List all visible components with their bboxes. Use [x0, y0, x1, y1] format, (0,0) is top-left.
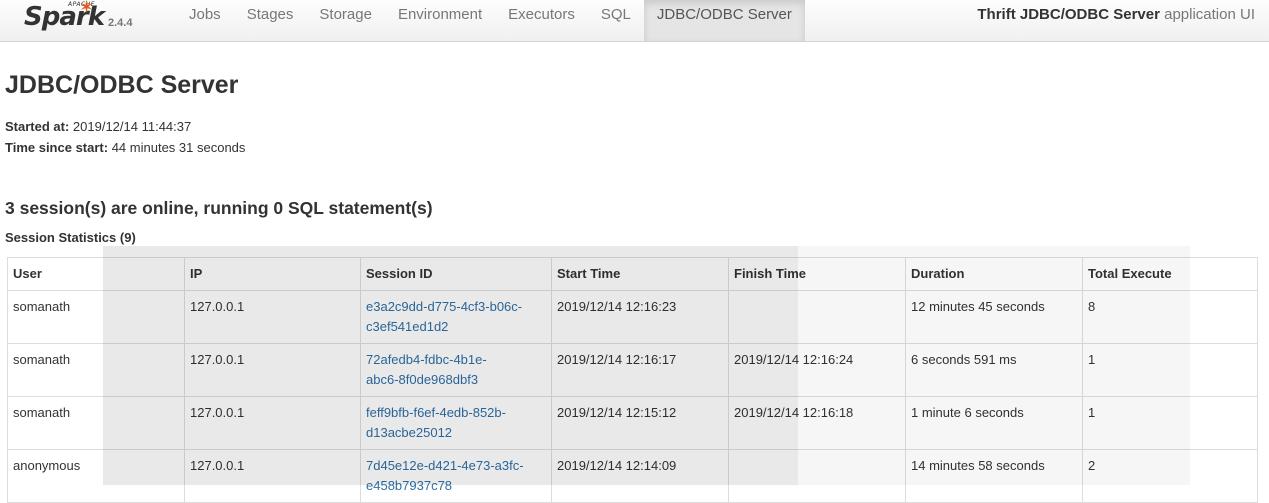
session-id-part: 72afedb4-fdbc-4b1e- [366, 352, 487, 367]
tab-storage[interactable]: Storage [306, 0, 385, 41]
tab-jdbc-odbc-server[interactable]: JDBC/ODBC Server [643, 0, 805, 41]
nav-tabs: Jobs Stages Storage Environment Executor… [176, 0, 805, 41]
session-statistics-table: User IP Session ID Start Time Finish Tim… [7, 257, 1258, 503]
tab-sql[interactable]: SQL [588, 0, 644, 41]
cell-finish-time [728, 449, 906, 503]
cell-total-execute: 1 [1082, 396, 1258, 450]
cell-session-id: 7d45e12e-d421-4e73-a3fc-e458b7937c78 [360, 449, 552, 503]
cell-session-id: feff9bfb-f6ef-4edb-852b-d13acbe25012 [360, 396, 552, 450]
cell-duration: 6 seconds 591 ms [905, 343, 1083, 397]
column-header-finish-time[interactable]: Finish Time [728, 257, 906, 291]
cell-start-time: 2019/12/14 12:15:12 [551, 396, 729, 450]
app-title-name: Thrift JDBC/ODBC Server [977, 6, 1160, 23]
tab-stages[interactable]: Stages [234, 0, 307, 41]
column-header-total-execute[interactable]: Total Execute [1082, 257, 1258, 291]
table-row: anonymous 127.0.0.1 7d45e12e-d421-4e73-a… [7, 449, 1258, 503]
time-since-start: Time since start: 44 minutes 31 seconds [5, 140, 245, 155]
tab-jobs[interactable]: Jobs [176, 0, 234, 41]
cell-start-time: 2019/12/14 12:16:17 [551, 343, 729, 397]
cell-finish-time: 2019/12/14 12:16:24 [728, 343, 906, 397]
column-header-ip[interactable]: IP [184, 257, 361, 291]
cell-total-execute: 1 [1082, 343, 1258, 397]
cell-duration: 14 minutes 58 seconds [905, 449, 1083, 503]
table-row: somanath 127.0.0.1 72afedb4-fdbc-4b1e-ab… [7, 343, 1258, 397]
table-row: somanath 127.0.0.1 feff9bfb-f6ef-4edb-85… [7, 396, 1258, 450]
session-id-part: abc6-8f0de968dbf3 [366, 372, 479, 387]
cell-user: somanath [7, 343, 185, 397]
cell-start-time: 2019/12/14 12:14:09 [551, 449, 729, 503]
cell-duration: 1 minute 6 seconds [905, 396, 1083, 450]
cell-total-execute: 8 [1082, 290, 1258, 344]
column-header-user[interactable]: User [7, 257, 185, 291]
session-statistics-heading[interactable]: Session Statistics (9) [5, 230, 136, 245]
spark-version: 2.4.4 [108, 17, 133, 29]
cell-total-execute: 2 [1082, 449, 1258, 503]
time-since-start-label: Time since start: [5, 140, 109, 155]
session-id-part: 7d45e12e-d421-4e73-a3fc- [366, 458, 524, 473]
session-id-part: e458b7937c78 [366, 478, 453, 493]
tab-executors[interactable]: Executors [495, 0, 588, 41]
cell-user: somanath [7, 396, 185, 450]
cell-session-id: e3a2c9dd-d775-4cf3-b06c-c3ef541ed1d2 [360, 290, 552, 344]
cell-start-time: 2019/12/14 12:16:23 [551, 290, 729, 344]
column-header-duration[interactable]: Duration [905, 257, 1083, 291]
time-since-start-value: 44 minutes 31 seconds [108, 140, 246, 155]
session-id-part: feff9bfb-f6ef-4edb-852b- [366, 405, 506, 420]
session-id-link[interactable]: 72afedb4-fdbc-4b1e-abc6-8f0de968dbf3 [366, 352, 487, 387]
cell-finish-time [728, 290, 906, 344]
spark-star-icon: ✶ [79, 0, 95, 17]
session-id-part: e3a2c9dd-d775-4cf3-b06c- [366, 299, 523, 314]
session-id-link[interactable]: feff9bfb-f6ef-4edb-852b-d13acbe25012 [366, 405, 506, 440]
app-title: Thrift JDBC/ODBC Server application UI [977, 6, 1255, 23]
cell-ip: 127.0.0.1 [184, 396, 361, 450]
cell-user: somanath [7, 290, 185, 344]
cell-duration: 12 minutes 45 seconds [905, 290, 1083, 344]
cell-ip: 127.0.0.1 [184, 290, 361, 344]
spark-logo[interactable]: Spark APACHE ✶ 2.4.4 [24, 0, 144, 41]
cell-ip: 127.0.0.1 [184, 449, 361, 503]
table-row: somanath 127.0.0.1 e3a2c9dd-d775-4cf3-b0… [7, 290, 1258, 344]
cell-user: anonymous [7, 449, 185, 503]
cell-session-id: 72afedb4-fdbc-4b1e-abc6-8f0de968dbf3 [360, 343, 552, 397]
session-id-link[interactable]: 7d45e12e-d421-4e73-a3fc-e458b7937c78 [366, 458, 524, 493]
tab-environment[interactable]: Environment [385, 0, 495, 41]
started-at-label: Started at: [5, 119, 70, 134]
page-title: JDBC/ODBC Server [5, 71, 239, 99]
session-id-part: d13acbe25012 [366, 425, 453, 440]
cell-finish-time: 2019/12/14 12:16:18 [728, 396, 906, 450]
started-at: Started at: 2019/12/14 11:44:37 [5, 119, 191, 134]
column-header-start-time[interactable]: Start Time [551, 257, 729, 291]
column-header-session-id[interactable]: Session ID [360, 257, 552, 291]
session-id-link[interactable]: e3a2c9dd-d775-4cf3-b06c-c3ef541ed1d2 [366, 299, 522, 334]
session-id-part: c3ef541ed1d2 [366, 319, 449, 334]
sessions-online-heading: 3 session(s) are online, running 0 SQL s… [5, 198, 433, 218]
table-header-row: User IP Session ID Start Time Finish Tim… [7, 257, 1258, 291]
app-title-suffix: application UI [1159, 6, 1255, 23]
cell-ip: 127.0.0.1 [184, 343, 361, 397]
started-at-value: 2019/12/14 11:44:37 [69, 119, 192, 134]
top-navbar: Spark APACHE ✶ 2.4.4 Jobs Stages Storage… [0, 0, 1269, 42]
